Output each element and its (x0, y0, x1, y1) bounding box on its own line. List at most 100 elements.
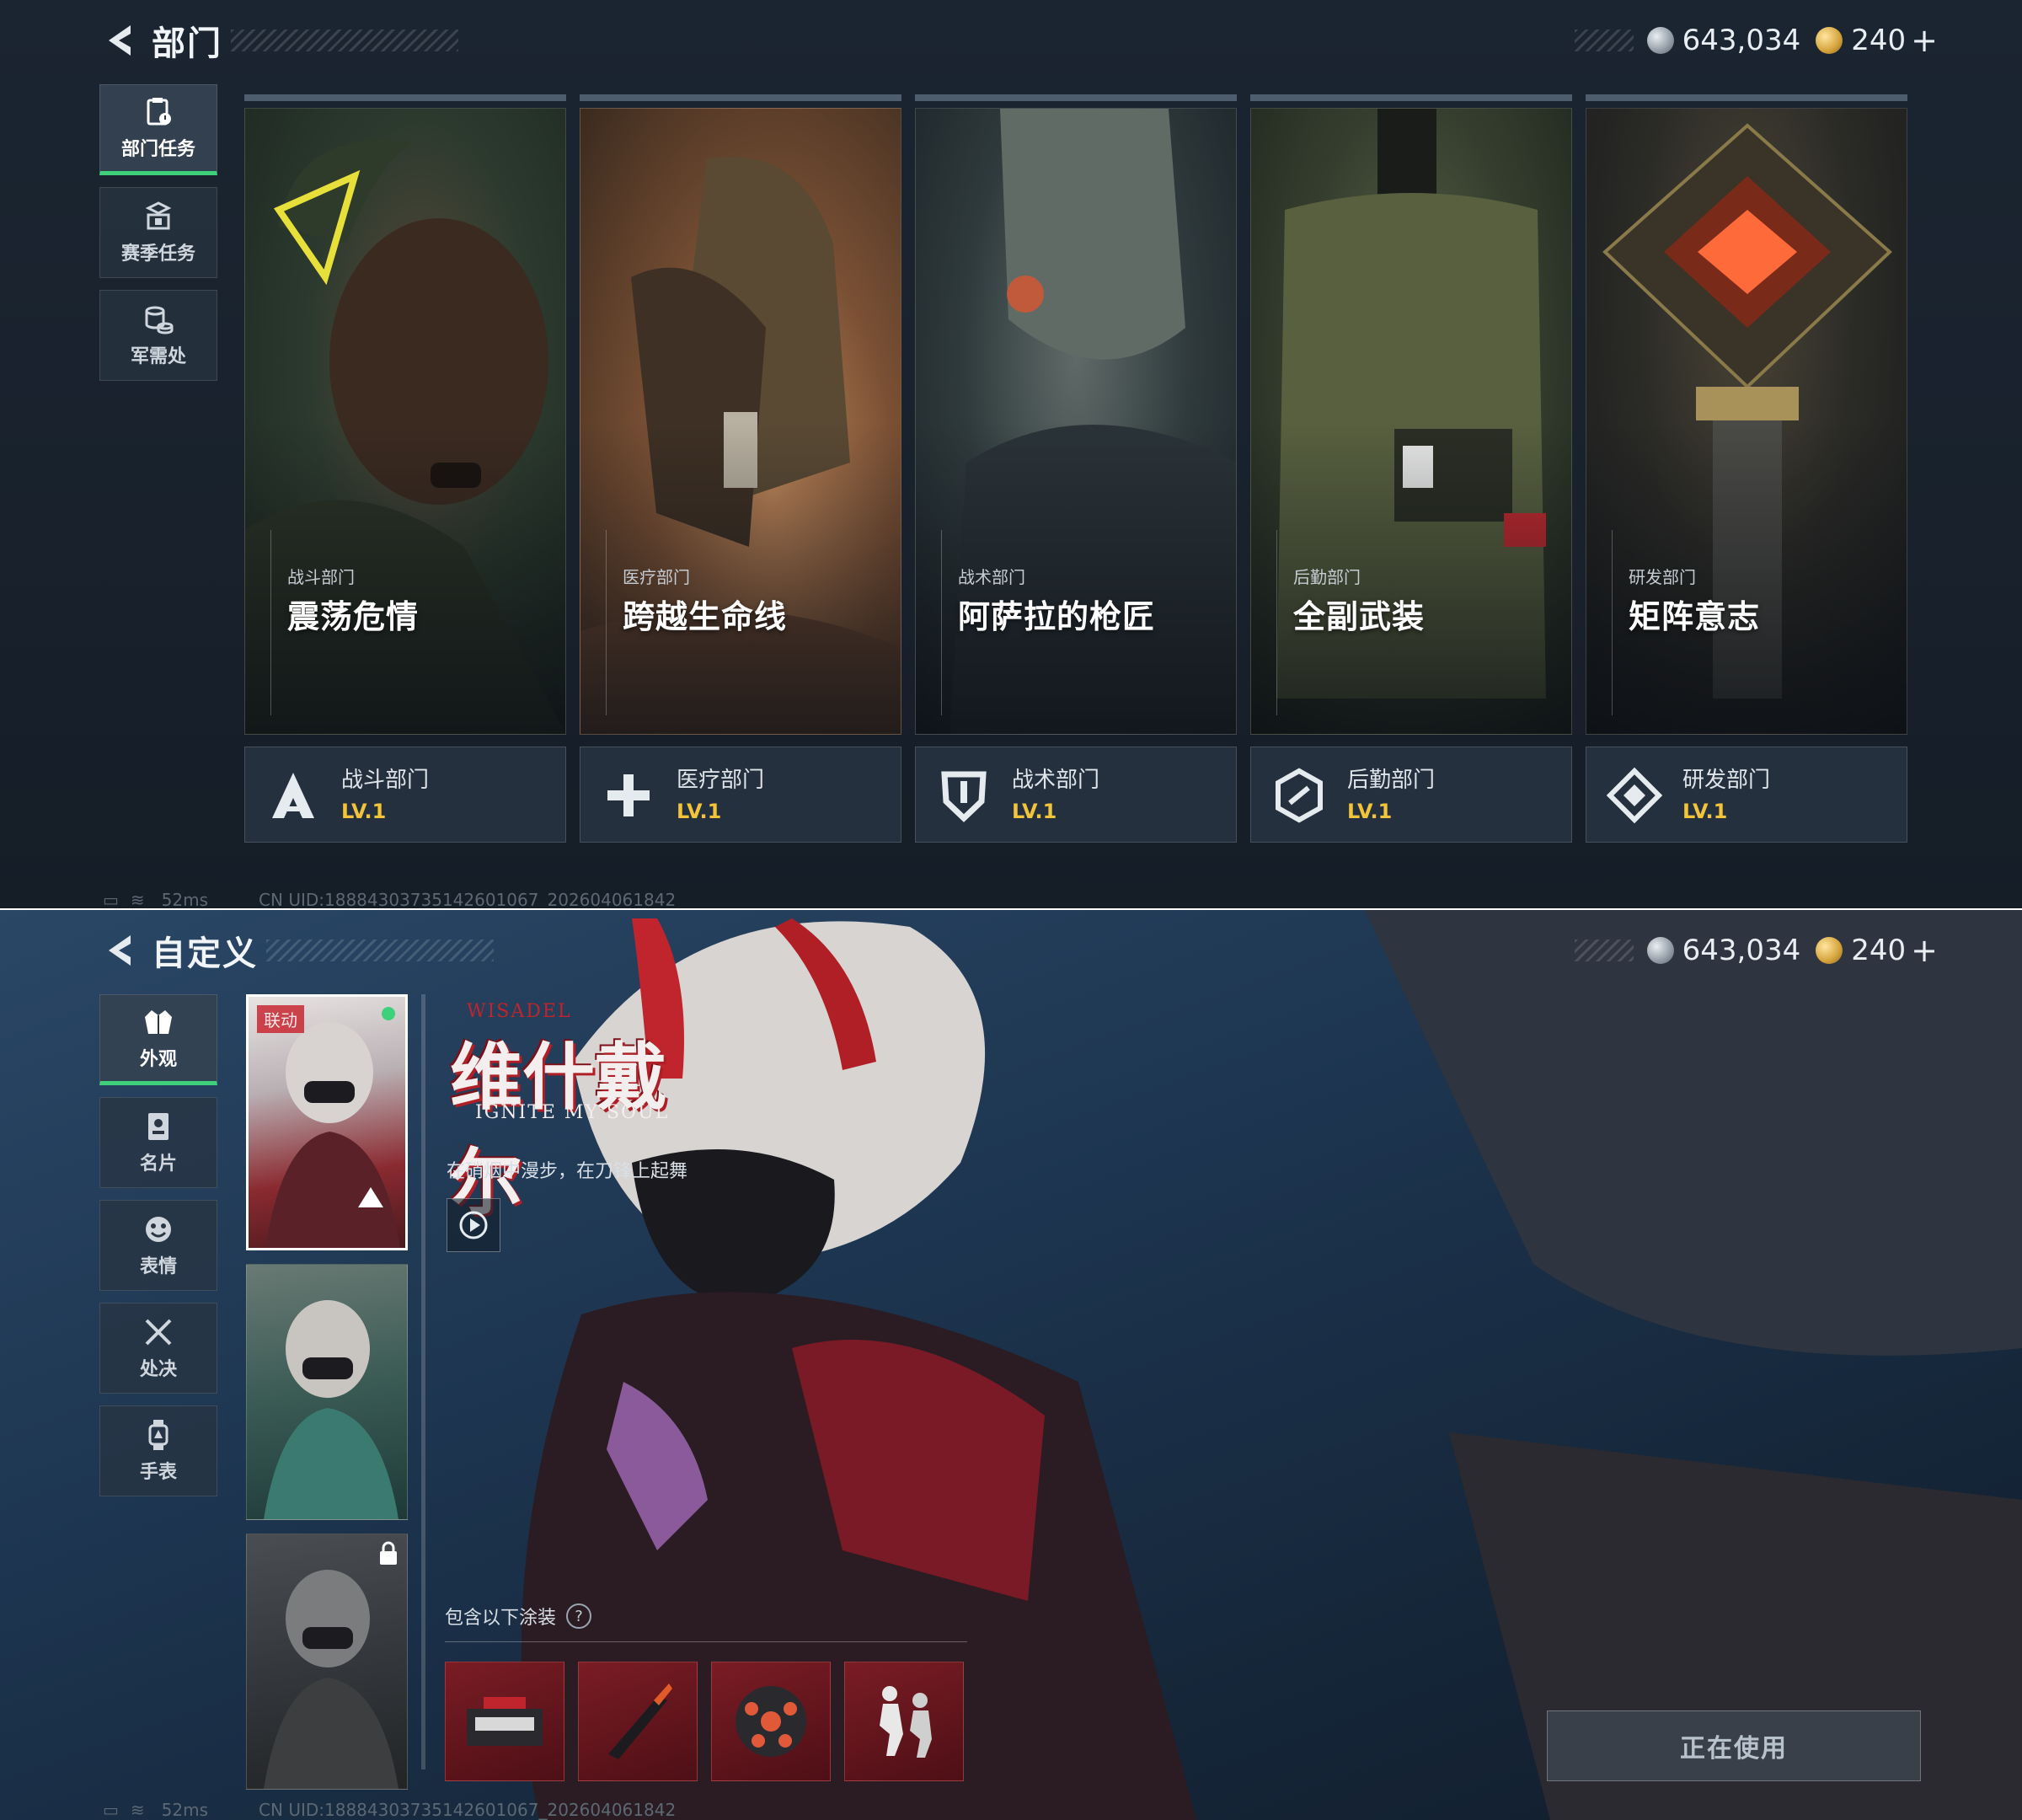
card-topbar (580, 94, 901, 101)
smiley-icon (146, 1217, 171, 1242)
gold-coin-icon (1816, 27, 1843, 54)
battery-icon: ▭ (103, 1800, 119, 1820)
id-card-icon (148, 1113, 168, 1140)
nav-season-tasks[interactable]: 赛季任务 (99, 187, 217, 278)
collab-badge: 联动 (257, 1005, 304, 1033)
nav-label: 名片 (139, 1154, 177, 1175)
department-footer[interactable]: 后勤部门 LV.1 (1250, 747, 1572, 843)
clipboard-icon (147, 98, 171, 126)
logo-subtitle: IGNITE MY SOUL (475, 1102, 670, 1123)
weapon-box-icon (467, 1697, 543, 1746)
currency-bar: 643,034 240 + (1574, 929, 1938, 972)
skin-thumb-locked[interactable] (246, 1534, 408, 1790)
back-arrow-icon[interactable] (99, 15, 138, 66)
header: 部门 (99, 15, 458, 66)
title-decoration (231, 29, 458, 51)
card-title: 全副武装 (1293, 598, 1426, 635)
nav-label: 表情 (139, 1256, 177, 1277)
frame-line (606, 530, 607, 715)
included-item-emote[interactable] (844, 1662, 964, 1781)
crossed-blades-icon (145, 1319, 172, 1346)
card-artwork[interactable]: 后勤部门 全副武装 (1250, 108, 1572, 735)
silver-amount: 643,034 (1682, 24, 1801, 57)
add-currency-button[interactable]: + (1911, 932, 1938, 969)
card-artwork[interactable]: 研发部门 矩阵意志 (1586, 108, 1907, 735)
wifi-icon: ≋ (130, 1800, 145, 1820)
side-nav: 外观 名片 表情 处决 手表 (99, 994, 217, 1508)
jacket-icon (145, 1010, 172, 1034)
nav-label: 军需处 (130, 346, 186, 367)
wifi-icon: ≋ (130, 890, 145, 908)
shield-icon (941, 771, 987, 822)
nav-watch[interactable]: 手表 (99, 1405, 217, 1496)
frame-line (270, 530, 271, 715)
nav-quartermaster[interactable]: 军需处 (99, 290, 217, 381)
silver-amount: 643,034 (1682, 934, 1801, 967)
skin-list: 联动 (246, 994, 408, 1803)
logistics-hexagon-icon (1276, 768, 1323, 823)
card-topbar (1250, 94, 1572, 101)
equipped-dot (382, 1007, 395, 1020)
includes-divider (445, 1641, 967, 1642)
skin-thumb-2[interactable] (246, 1264, 408, 1520)
department-card-combat[interactable]: 战斗部门 震荡危情 战斗部门 LV.1 (244, 94, 566, 843)
card-title: 阿萨拉的枪匠 (958, 598, 1156, 635)
department-footer[interactable]: 医疗部门 LV.1 (580, 747, 901, 843)
nav-execution[interactable]: 处决 (99, 1303, 217, 1394)
department-name: 战术部门 (1012, 768, 1100, 793)
department-footer[interactable]: 战术部门 LV.1 (915, 747, 1237, 843)
currency-decoration (1574, 29, 1634, 51)
nav-appearance[interactable]: 外观 (99, 994, 217, 1085)
card-artwork[interactable]: 战术部门 阿萨拉的枪匠 (915, 108, 1237, 735)
included-item-weapon-skin[interactable] (445, 1662, 564, 1781)
in-use-button[interactable]: 正在使用 (1547, 1710, 1921, 1781)
skin-portrait (265, 1022, 400, 1248)
side-nav: 部门任务 赛季任务 军需处 (99, 84, 217, 393)
included-item-ornament[interactable] (711, 1662, 831, 1781)
help-icon[interactable]: ? (566, 1603, 592, 1629)
department-footer[interactable]: 研发部门 LV.1 (1586, 747, 1907, 843)
department-card-medical[interactable]: 医疗部门 跨越生命线 医疗部门 LV.1 (580, 94, 901, 843)
play-icon (459, 1211, 488, 1239)
nav-emotes[interactable]: 表情 (99, 1200, 217, 1291)
logo-title: 维什戴尔 (450, 1035, 667, 1225)
included-item-knife[interactable] (578, 1662, 698, 1781)
status-bar: ▭ ≋ 52ms CN UID:18884303735142601067_202… (103, 890, 676, 908)
gold-amount: 240 (1851, 24, 1907, 57)
card-topbar (244, 94, 566, 101)
play-preview-button[interactable] (447, 1198, 500, 1252)
skin-list-scrollbar[interactable] (421, 994, 425, 1769)
department-footer[interactable]: 战斗部门 LV.1 (244, 747, 566, 843)
department-card-research[interactable]: 研发部门 矩阵意志 研发部门 LV.1 (1586, 94, 1907, 843)
card-subtitle: 战术部门 (958, 567, 1025, 587)
header: 自定义 (99, 925, 494, 976)
add-currency-button[interactable]: + (1911, 22, 1938, 59)
nav-label: 手表 (139, 1462, 177, 1483)
department-name: 后勤部门 (1347, 768, 1436, 793)
department-name: 战斗部门 (341, 768, 430, 793)
department-level: LV.1 (1012, 800, 1057, 823)
nav-department-tasks[interactable]: 部门任务 (99, 84, 217, 175)
includes-section-label: 包含以下涂装 ? (445, 1603, 592, 1630)
skin-tagline: 在硝烟中漫步，在刀锋上起舞 (447, 1161, 688, 1182)
card-artwork[interactable]: 医疗部门 跨越生命线 (580, 108, 901, 735)
department-level: LV.1 (1682, 800, 1728, 823)
gold-coin-icon (1816, 937, 1843, 964)
ping: 52ms (161, 890, 209, 908)
card-topbar (1586, 94, 1907, 101)
department-card-tactical[interactable]: 战术部门 阿萨拉的枪匠 战术部门 LV.1 (915, 94, 1237, 843)
card-title: 矩阵意志 (1629, 598, 1761, 635)
skin-thumb-collab[interactable]: 联动 (246, 994, 408, 1250)
card-artwork[interactable]: 战斗部门 震荡危情 (244, 108, 566, 735)
knife-icon (608, 1684, 672, 1759)
currency-decoration (1574, 939, 1634, 961)
included-items (445, 1662, 977, 1781)
nav-label: 赛季任务 (120, 244, 195, 265)
department-card-logistics[interactable]: 后勤部门 全副武装 后勤部门 LV.1 (1250, 94, 1572, 843)
back-arrow-icon[interactable] (99, 925, 138, 976)
medical-cross-icon (607, 774, 650, 816)
nav-label: 外观 (139, 1049, 177, 1070)
nav-namecard[interactable]: 名片 (99, 1097, 217, 1188)
department-level: LV.1 (677, 800, 722, 823)
department-screen: 部门 643,034 240 + 部门任务 赛季任务 军需处 战斗部门 震荡危情… (0, 0, 2022, 908)
